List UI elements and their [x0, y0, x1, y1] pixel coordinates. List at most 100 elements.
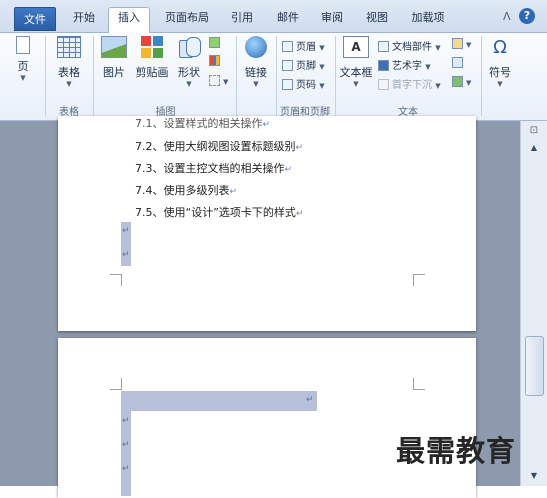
tab-file[interactable]: 文件: [14, 7, 56, 31]
clipart-button[interactable]: 剪贴画: [132, 36, 172, 80]
table-button-label: 表格: [58, 66, 80, 79]
group-separator: [45, 36, 46, 116]
paragraph-mark: ↵: [122, 464, 130, 474]
chevron-down-icon: ▼: [435, 82, 441, 90]
crop-mark: [110, 378, 122, 390]
paragraph-mark: ↵: [122, 250, 130, 260]
footer-button[interactable]: 页脚 ▼: [282, 57, 325, 72]
doc-line-3[interactable]: 7.3、设置主控文档的相关操作↵: [135, 160, 292, 176]
tab-insert[interactable]: 插入: [108, 7, 150, 34]
chevron-down-icon: ▼: [186, 80, 192, 88]
watermark-text: 最需教育: [396, 434, 517, 468]
links-label: 链接: [245, 66, 267, 79]
chevron-down-icon: ▼: [466, 41, 472, 49]
chevron-down-icon: ▼: [435, 44, 441, 52]
footer-label: 页脚: [296, 61, 316, 72]
chevron-down-icon: ▼: [66, 80, 72, 88]
pages-button[interactable]: 页 ▼: [8, 36, 38, 82]
document-page-1[interactable]: 7.1、设置样式的相关操作↵ 7.2、使用大纲视图设置标题级别↵ 7.3、设置主…: [58, 116, 476, 331]
group-separator: [236, 36, 237, 116]
screenshot-icon: [209, 75, 220, 86]
ribbon-insert: 页 ▼ 表格 ▼ 表格 图片 剪贴画 形状 ▼ ▼ 插图 链接 ▼ 页眉 ▼ 页…: [0, 33, 547, 121]
calendar-icon: [452, 57, 463, 68]
chart-button[interactable]: [209, 55, 223, 67]
paragraph-mark: ↵: [295, 143, 304, 153]
textbox-button[interactable]: A 文本框 ▼: [338, 36, 374, 88]
crop-mark: [413, 378, 425, 390]
table-button[interactable]: 表格 ▼: [50, 36, 88, 88]
links-button[interactable]: 链接 ▼: [240, 36, 272, 88]
picture-label: 图片: [103, 66, 125, 79]
symbol-label: 符号: [489, 66, 511, 79]
wordart-label: 艺术字: [392, 61, 422, 72]
textbox-icon: A: [343, 36, 369, 58]
object-icon: [452, 76, 463, 87]
clipart-icon: [141, 36, 163, 58]
doc-line-text: 7.4、使用多级列表: [135, 184, 230, 197]
scroll-down-arrow-icon[interactable]: ▼: [527, 471, 541, 481]
scroll-up-arrow-icon[interactable]: ▲: [527, 143, 541, 153]
help-icon[interactable]: ?: [519, 8, 535, 24]
tab-addins[interactable]: 加载项: [402, 8, 454, 30]
document-page-2[interactable]: ↵ ↵ ↵ ↵: [58, 338, 476, 498]
chevron-down-icon: ▼: [253, 80, 259, 88]
date-time-button[interactable]: [452, 57, 466, 69]
object-button[interactable]: ▼: [452, 76, 471, 88]
tab-home[interactable]: 开始: [62, 8, 106, 30]
page-number-icon: [282, 79, 293, 90]
picture-icon: [101, 36, 127, 58]
table-icon: [57, 36, 81, 58]
selection-highlight: [121, 391, 317, 411]
page-number-label: 页码: [296, 80, 316, 91]
smartart-button[interactable]: [209, 37, 223, 49]
group-separator: [481, 36, 482, 116]
page-number-button[interactable]: 页码 ▼: [282, 76, 325, 91]
header-label: 页眉: [296, 42, 316, 53]
clipart-label: 剪贴画: [135, 66, 169, 79]
scrollbar-thumb[interactable]: [525, 336, 544, 396]
tab-references[interactable]: 引用: [222, 8, 262, 30]
paragraph-mark: ↵: [122, 440, 130, 450]
chevron-down-icon: ▼: [319, 82, 325, 90]
picture-button[interactable]: 图片: [98, 36, 130, 80]
footer-icon: [282, 60, 293, 71]
signature-line-button[interactable]: ▼: [452, 38, 471, 50]
chevron-down-icon: ▼: [20, 74, 26, 82]
dropcap-button[interactable]: 首字下沉 ▼: [378, 76, 441, 91]
chart-icon: [209, 55, 220, 66]
smartart-icon: [209, 37, 220, 48]
vertical-scrollbar[interactable]: ⊡ ▲ ▼: [520, 121, 547, 486]
header-button[interactable]: 页眉 ▼: [282, 38, 325, 53]
tab-view[interactable]: 视图: [357, 8, 397, 30]
paragraph-mark: ↵: [122, 416, 130, 426]
quick-parts-button[interactable]: 文档部件 ▼: [378, 38, 441, 53]
symbol-button[interactable]: Ω 符号 ▼: [485, 36, 515, 88]
quick-parts-label: 文档部件: [392, 42, 432, 53]
shapes-button[interactable]: 形状 ▼: [174, 36, 204, 88]
shapes-label: 形状: [178, 66, 200, 79]
wordart-icon: [378, 60, 389, 71]
chevron-down-icon: ▼: [497, 80, 503, 88]
tab-page-layout[interactable]: 页面布局: [158, 8, 216, 30]
wordart-button[interactable]: 艺术字 ▼: [378, 57, 431, 72]
screenshot-button[interactable]: ▼: [209, 75, 228, 87]
doc-line-5[interactable]: 7.5、使用“设计”选项卡下的样式↵: [135, 204, 303, 220]
chevron-down-icon: ▼: [319, 44, 325, 52]
dropcap-icon: [378, 79, 389, 90]
ribbon-tab-bar: 文件 开始 插入 页面布局 引用 邮件 审阅 视图 加载项 ᐱ ?: [0, 0, 547, 34]
doc-line-1[interactable]: 7.1、设置样式的相关操作↵: [135, 115, 270, 131]
tab-mailings[interactable]: 邮件: [268, 8, 308, 30]
paragraph-mark: ↵: [229, 187, 238, 197]
paragraph-mark: ↵: [284, 165, 293, 175]
omega-symbol-icon: Ω: [493, 37, 507, 58]
view-ruler-icon[interactable]: ⊡: [525, 125, 543, 139]
dropcap-label: 首字下沉: [392, 80, 432, 91]
doc-line-4[interactable]: 7.4、使用多级列表↵: [135, 182, 237, 198]
paragraph-mark: ↵: [295, 209, 304, 219]
tab-review[interactable]: 审阅: [312, 8, 352, 30]
doc-line-2[interactable]: 7.2、使用大纲视图设置标题级别↵: [135, 138, 303, 154]
ribbon-collapse-icon[interactable]: ᐱ: [503, 10, 511, 23]
crop-mark: [110, 274, 122, 286]
doc-line-text: 7.5、使用“设计”选项卡下的样式: [135, 206, 296, 219]
chevron-down-icon: ▼: [223, 78, 229, 86]
